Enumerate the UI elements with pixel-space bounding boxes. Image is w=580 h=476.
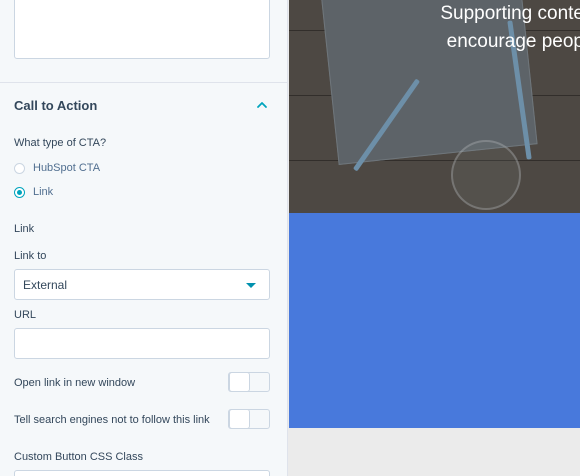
new-window-label: Open link in new window — [14, 377, 136, 389]
radio-button[interactable] — [14, 162, 25, 174]
link-to-label: Link to — [14, 250, 47, 262]
toggle-knob — [229, 409, 250, 429]
blue-panel — [289, 213, 580, 428]
radio-hubspot-cta[interactable]: HubSpot CTA — [14, 162, 100, 174]
toggle-knob — [229, 372, 250, 392]
hero-line: encourage peop — [446, 31, 580, 52]
link-heading: Link — [14, 223, 35, 235]
new-window-toggle[interactable] — [228, 372, 270, 392]
section-divider — [0, 82, 287, 83]
hero-line: Supporting conte — [440, 3, 580, 24]
url-label: URL — [14, 309, 37, 321]
module-editor-sidebar: Call to Action What type of CTA? HubSpot… — [0, 0, 288, 476]
wood-grain — [289, 160, 580, 161]
link-to-select[interactable]: External — [14, 269, 270, 300]
nofollow-label: Tell search engines not to follow this l… — [14, 414, 210, 426]
caret-down-icon — [246, 283, 256, 288]
radio-button[interactable] — [14, 186, 25, 198]
glass-shape — [451, 140, 521, 210]
radio-label: Link — [33, 186, 54, 198]
css-class-label: Custom Button CSS Class — [14, 451, 143, 463]
link-to-value: External — [23, 278, 68, 292]
hero-image: Supporting conte encourage peop — [289, 0, 580, 213]
gray-panel — [289, 428, 580, 476]
radio-label: HubSpot CTA — [33, 162, 101, 174]
radio-link[interactable]: Link — [14, 186, 53, 198]
page-preview: Supporting conte encourage peop — [289, 0, 580, 476]
cta-type-label: What type of CTA? — [14, 137, 107, 149]
section-title: Call to Action — [14, 98, 98, 113]
url-input[interactable] — [14, 328, 270, 359]
nofollow-toggle[interactable] — [228, 409, 270, 429]
text-area[interactable] — [14, 0, 270, 59]
css-class-input[interactable] — [14, 470, 270, 476]
hero-text: Supporting conte encourage peop — [440, 0, 580, 56]
chevron-up-icon[interactable] — [255, 98, 269, 112]
